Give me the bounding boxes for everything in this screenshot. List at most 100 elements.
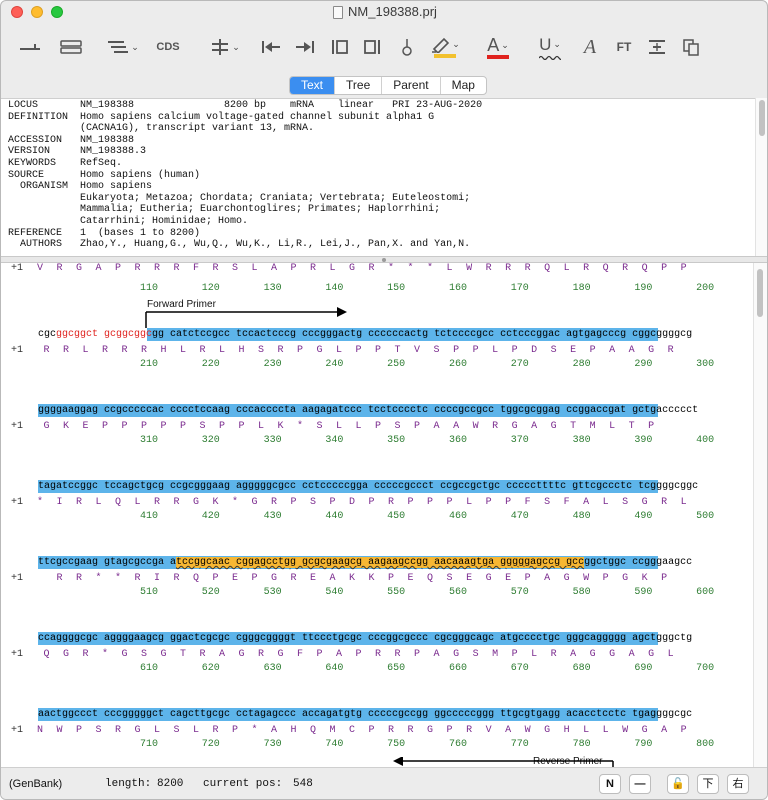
position-number: 190 <box>634 283 653 294</box>
position-number: 300 <box>696 359 715 370</box>
genbank-line: Catarrhini; Hominidae; Homo. <box>8 215 249 227</box>
pane-splitter[interactable] <box>1 256 767 263</box>
position-number: 780 <box>572 739 591 750</box>
font-color-button[interactable]: A ⌄ <box>477 33 519 61</box>
position-number: 250 <box>387 359 406 370</box>
position-number: 280 <box>572 359 591 370</box>
position-number: 390 <box>634 435 653 446</box>
position-number: 180 <box>572 283 591 294</box>
scroll-thumb[interactable] <box>757 269 763 317</box>
position-number: 680 <box>572 663 591 674</box>
highlighter-button[interactable]: ⌄ <box>425 33 465 61</box>
stack-layers-button[interactable] <box>57 33 85 61</box>
go-start-icon <box>262 41 280 53</box>
splitter-handle[interactable] <box>382 258 386 262</box>
window-title: NM_198388.prj <box>348 4 437 19</box>
sequence-line: cgcggcggct gcggcggcgg catctccgcc tccactc… <box>38 328 692 341</box>
tab-text[interactable]: Text <box>290 77 336 94</box>
italic-font-button[interactable]: A <box>579 33 601 61</box>
scroll-thumb[interactable] <box>759 100 765 136</box>
translation-row: R R L R R R H L R L H S R P G L P P T V … <box>37 345 675 356</box>
go-end-button[interactable] <box>293 33 317 61</box>
go-start-button[interactable] <box>259 33 283 61</box>
ft-button[interactable]: FT <box>613 33 635 61</box>
frame-label: +1 <box>11 263 24 274</box>
view-tabs: Text Tree Parent Map <box>289 76 487 95</box>
block-right-button[interactable] <box>361 33 383 61</box>
genbank-scrollbar[interactable] <box>755 98 767 256</box>
block-left-icon <box>332 40 348 54</box>
minimize-window-button[interactable] <box>31 6 43 18</box>
feature-arrow-button[interactable] <box>15 33 45 61</box>
chevron-down-icon: ⌄ <box>553 39 561 49</box>
block-left-button[interactable] <box>329 33 351 61</box>
right-button[interactable]: 右 <box>727 774 749 794</box>
position-number: 290 <box>634 359 653 370</box>
genbank-line: ACCESSION NM_198388 <box>8 134 135 146</box>
lock-button[interactable]: 🔓 <box>667 774 689 794</box>
sequence-pane[interactable]: +1 V R G A P R R R F R S L A P R L G R *… <box>1 263 753 767</box>
underline-button[interactable]: U ⌄ <box>529 33 571 61</box>
tab-parent[interactable]: Parent <box>382 77 441 94</box>
down-button[interactable]: 下 <box>697 774 719 794</box>
position-numbers: 410 420 430 440 450 460 470 480 490 500 <box>91 511 714 523</box>
forward-primer-seq: ggcggct gcggcggc <box>56 329 153 340</box>
toolbar: ⌄ CDS ⌄ ⌄ A ⌄ U ⌄ A FT <box>1 27 767 71</box>
zoom-window-button[interactable] <box>51 6 63 18</box>
sequence-line: aactggccct cccgggggct cagcttgcgc cctagag… <box>38 709 693 720</box>
position-number: 200 <box>696 283 715 294</box>
status-bar: (GenBank) length: 8200 current pos: 548 … <box>1 767 767 799</box>
translation-row: G K E P P P P P S P P L K * S L L P S P … <box>37 421 655 432</box>
position-number: 620 <box>201 663 220 674</box>
sequence-scrollbar[interactable] <box>753 263 767 767</box>
position-number: 540 <box>325 587 344 598</box>
position-number: 400 <box>696 435 715 446</box>
chevron-down-icon: ⌄ <box>232 41 240 52</box>
genbank-line: (CACNA1G), transcript variant 13, mRNA. <box>8 123 315 135</box>
insert-line-button[interactable]: ⌄ <box>207 33 243 61</box>
chevron-down-icon: ⌄ <box>131 41 139 52</box>
selected-region: tccggcaac cggagcctgg gcgcgaagcg aagaagcc… <box>176 557 585 568</box>
position-numbers: 610 620 630 640 650 660 670 680 690 700 <box>91 663 714 675</box>
align-center-button[interactable] <box>645 33 669 61</box>
genbank-text-pane[interactable]: LOCUS NM_198388 8200 bp mRNA linear PRI … <box>1 98 767 256</box>
n-button[interactable]: N <box>599 774 621 794</box>
pin-button[interactable] <box>397 33 417 61</box>
tab-map[interactable]: Map <box>441 77 486 94</box>
position-number: 670 <box>510 663 529 674</box>
dash-button[interactable]: — <box>629 774 651 794</box>
title-bar: NM_198388.prj <box>1 1 767 23</box>
frame-label: +1 <box>11 421 24 432</box>
position-number: 310 <box>139 435 159 446</box>
position-number: 450 <box>387 511 406 522</box>
genbank-line: LOCUS NM_198388 8200 bp mRNA linear PRI … <box>8 100 483 111</box>
position-number: 650 <box>387 663 406 674</box>
position-number: 210 <box>139 359 159 370</box>
list-down-button[interactable]: ⌄ <box>105 33 141 61</box>
close-window-button[interactable] <box>11 6 23 18</box>
sequence-text: ggctggc ccgggaagcc <box>584 557 693 568</box>
wavy-underline-icon <box>539 55 561 60</box>
position-number: 530 <box>263 587 282 598</box>
position-numbers: 210 220 230 240 250 260 270 280 290 300 <box>91 359 714 371</box>
chevron-down-icon: ⌄ <box>452 39 460 49</box>
underline-icon: U <box>539 34 552 54</box>
pin-icon <box>402 39 412 56</box>
genbank-line: KEYWORDS RefSeq. <box>8 157 123 169</box>
position-number: 600 <box>696 587 715 598</box>
position-number: 750 <box>387 739 406 750</box>
chevron-down-icon: ⌄ <box>501 40 509 50</box>
copy-doc-button[interactable] <box>679 33 703 61</box>
font-color-swatch <box>487 55 509 59</box>
position-number: 460 <box>448 511 468 522</box>
length-label: length: <box>105 778 152 790</box>
position-number: 440 <box>325 511 344 522</box>
tab-tree[interactable]: Tree <box>335 77 383 94</box>
position-number: 160 <box>448 283 468 294</box>
document-icon <box>333 5 344 19</box>
sequence-line: tagatccggc tccagctgcg ccgcgggaag agggggc… <box>38 481 699 492</box>
position-number: 220 <box>201 359 220 370</box>
current-pos-label: current pos: <box>203 778 283 790</box>
cds-button[interactable]: CDS <box>153 33 183 61</box>
length-value: 8200 <box>157 778 184 790</box>
